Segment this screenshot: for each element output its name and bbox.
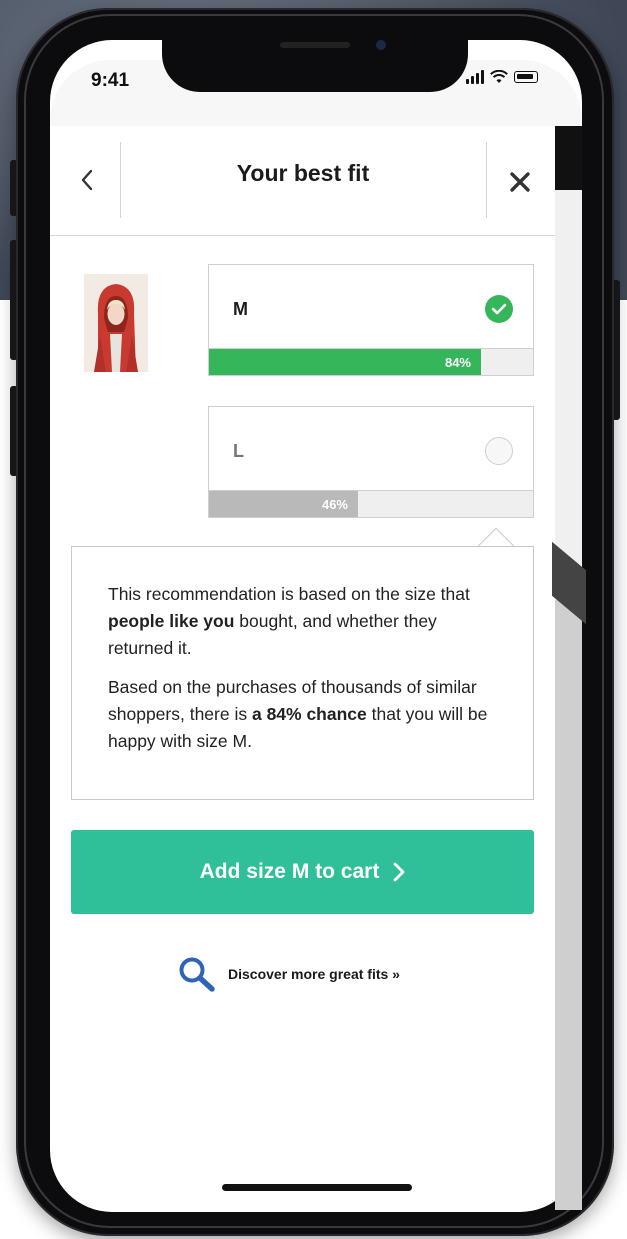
info-paragraph: Based on the purchases of thousands of s… [108, 674, 503, 755]
info-paragraph: This recommendation is based on the size… [108, 581, 503, 662]
radio-unchecked-icon[interactable] [485, 437, 513, 465]
status-icons [466, 70, 538, 84]
info-emphasis: people like you [108, 611, 235, 631]
fit-percentage: 84% [444, 354, 471, 370]
search-icon [179, 957, 215, 992]
close-button[interactable] [496, 158, 544, 206]
recommendation-info: This recommendation is based on the size… [71, 546, 534, 800]
size-label: L [233, 441, 244, 461]
page-title: Your best fit [236, 160, 370, 186]
fit-percentage: 46% [321, 496, 348, 512]
info-emphasis: a 84% chance [251, 704, 367, 724]
background-page-header [555, 126, 582, 190]
product-thumbnail [84, 274, 148, 372]
fit-progress-bar: 46% [208, 490, 534, 518]
back-button[interactable] [62, 150, 112, 210]
signal-icon [466, 70, 484, 84]
speaker-grille [280, 42, 350, 48]
add-to-cart-button[interactable]: Add size M to cart [71, 830, 534, 914]
status-time: 9:41 [91, 70, 130, 91]
battery-icon [514, 71, 538, 83]
size-label: M [233, 299, 248, 319]
check-icon [485, 295, 513, 323]
notch [162, 28, 468, 92]
header-divider-right [486, 142, 487, 218]
discover-more-label: Discover more great fits » [228, 966, 400, 982]
front-camera [376, 40, 386, 50]
chevron-left-icon [81, 169, 93, 191]
header-divider-left [120, 142, 121, 218]
chevron-right-icon [393, 862, 405, 882]
home-indicator[interactable] [222, 1184, 412, 1191]
close-icon [510, 172, 530, 192]
info-text: This recommendation is based on the size… [108, 584, 470, 604]
background-page-content [555, 600, 582, 1210]
add-to-cart-label: Add size M to cart [199, 860, 380, 883]
size-option-l[interactable]: L 46% [208, 406, 534, 518]
fit-progress-bar: 84% [208, 348, 534, 376]
fit-progress-fill: 84% [209, 349, 481, 375]
size-option-m[interactable]: M 84% [208, 264, 534, 376]
fit-progress-fill: 46% [209, 491, 358, 517]
discover-more-link[interactable]: Discover more great fits » [178, 956, 400, 992]
wifi-icon [490, 70, 508, 83]
